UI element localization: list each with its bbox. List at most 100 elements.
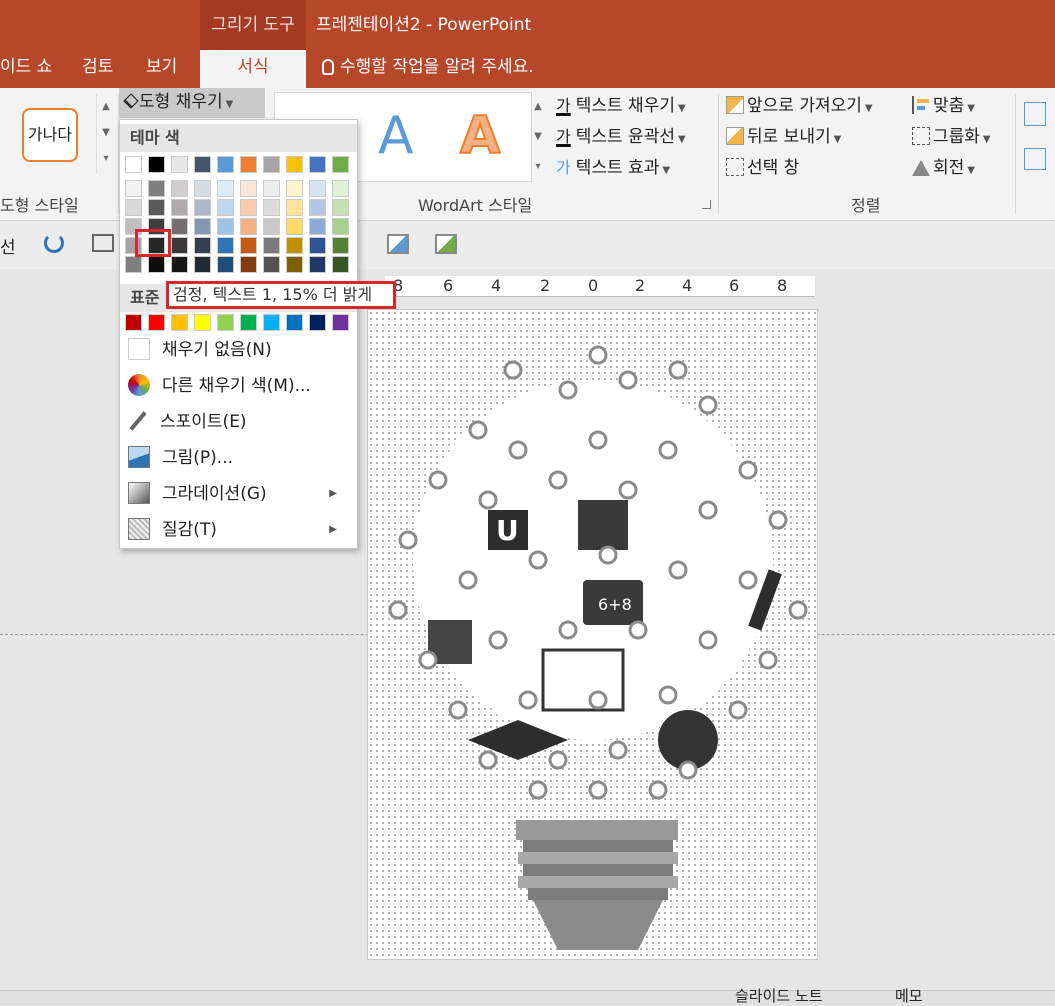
picture-fill-item[interactable]: 그림(P)... [128, 442, 233, 474]
theme-color-swatch[interactable] [309, 156, 326, 173]
theme-color-shade-swatch[interactable] [286, 256, 303, 273]
theme-color-shade-swatch[interactable] [332, 237, 349, 254]
theme-color-shade-swatch[interactable] [332, 180, 349, 197]
theme-color-shade-swatch[interactable] [171, 218, 188, 235]
theme-color-shade-swatch[interactable] [332, 199, 349, 216]
theme-color-swatch[interactable] [171, 156, 188, 173]
theme-color-shade-swatch[interactable] [263, 218, 280, 235]
rotate-button[interactable]: 회전 ▼ [912, 153, 975, 178]
slideshow-icon[interactable] [92, 234, 114, 252]
wordart-sample-blue[interactable]: A [378, 104, 414, 168]
theme-color-shade-swatch[interactable] [171, 180, 188, 197]
theme-color-shade-swatch[interactable] [240, 180, 257, 197]
tab-slideshow[interactable]: 이드 쇼 [0, 50, 52, 88]
theme-color-shade-swatch[interactable] [286, 218, 303, 235]
theme-color-shade-swatch[interactable] [240, 237, 257, 254]
theme-color-shade-swatch[interactable] [286, 237, 303, 254]
theme-color-shade-swatch[interactable] [286, 199, 303, 216]
theme-color-shade-swatch[interactable] [309, 237, 326, 254]
bring-forward-button[interactable]: 앞으로 가져오기 ▼ [726, 91, 873, 116]
online-picture-icon[interactable] [435, 234, 457, 254]
standard-color-swatch[interactable] [309, 314, 326, 331]
tab-format[interactable]: 서식 [200, 50, 306, 88]
texture-item[interactable]: 질감(T) ▶ [128, 514, 349, 546]
theme-color-shade-swatch[interactable] [171, 237, 188, 254]
theme-color-shade-swatch[interactable] [125, 180, 142, 197]
bulb-base[interactable] [516, 820, 678, 950]
theme-color-shade-swatch[interactable] [309, 218, 326, 235]
theme-color-shade-swatch[interactable] [148, 199, 165, 216]
notes-button[interactable]: 슬라이드 노트 [735, 985, 823, 1006]
shape-fill-button[interactable]: 도형 채우기 ▼ [119, 88, 265, 118]
theme-color-shade-swatch[interactable] [194, 256, 211, 273]
gradient-item[interactable]: 그라데이션(G) ▶ [128, 478, 349, 510]
text-effects-button[interactable]: 가 텍스트 효과 ▼ [556, 153, 670, 178]
theme-color-shade-swatch[interactable] [217, 199, 234, 216]
tell-me-search[interactable]: 수행할 작업을 알려 주세요. [322, 50, 534, 88]
theme-color-shade-swatch[interactable] [240, 218, 257, 235]
theme-color-shade-swatch[interactable] [263, 180, 280, 197]
wordart-sample-orange[interactable]: A [459, 104, 501, 168]
theme-color-swatch[interactable] [194, 156, 211, 173]
shape-style-scroll[interactable]: ▲ ▼ ▾ [96, 94, 115, 174]
theme-color-shade-swatch[interactable] [240, 199, 257, 216]
theme-color-shade-swatch[interactable] [148, 180, 165, 197]
tab-view[interactable]: 보기 [146, 50, 177, 88]
theme-color-shade-swatch[interactable] [240, 256, 257, 273]
theme-color-shade-swatch[interactable] [309, 180, 326, 197]
theme-color-shade-swatch[interactable] [332, 218, 349, 235]
theme-color-shade-swatch[interactable] [217, 218, 234, 235]
height-icon[interactable] [1024, 102, 1046, 126]
theme-color-shade-swatch[interactable] [194, 237, 211, 254]
theme-color-swatch[interactable] [240, 156, 257, 173]
standard-color-swatch[interactable] [217, 314, 234, 331]
theme-color-shade-swatch[interactable] [171, 199, 188, 216]
wordart-scroll[interactable]: ▲ ▼ ▾ [530, 92, 546, 180]
standard-color-swatch[interactable] [194, 314, 211, 331]
shape-style-sample[interactable]: 가나다 [22, 108, 78, 162]
standard-color-swatch[interactable] [286, 314, 303, 331]
theme-color-shade-swatch[interactable] [194, 180, 211, 197]
theme-color-shade-swatch[interactable] [125, 256, 142, 273]
theme-color-swatch[interactable] [263, 156, 280, 173]
theme-color-shade-swatch[interactable] [263, 237, 280, 254]
theme-color-shade-swatch[interactable] [286, 180, 303, 197]
standard-color-swatch[interactable] [332, 314, 349, 331]
wordart-dialog-launcher[interactable] [702, 200, 711, 209]
eyedropper-item[interactable]: 스포이트(E) [128, 406, 247, 438]
selection-pane-button[interactable]: 선택 창 [726, 153, 799, 178]
theme-color-shade-swatch[interactable] [217, 237, 234, 254]
more-fill-colors-item[interactable]: 다른 채우기 색(M)... [128, 370, 311, 402]
comments-button[interactable]: 메모 [895, 985, 923, 1006]
standard-color-swatch[interactable] [171, 314, 188, 331]
group-button[interactable]: 그룹화 ▼ [912, 122, 991, 147]
standard-color-swatch[interactable] [263, 314, 280, 331]
text-outline-button[interactable]: 가 텍스트 윤곽선 ▼ [556, 122, 686, 147]
theme-color-shade-swatch[interactable] [125, 199, 142, 216]
theme-color-shade-swatch[interactable] [194, 218, 211, 235]
slide-canvas[interactable]: 6+8 U [367, 309, 818, 960]
theme-color-shade-swatch[interactable] [194, 199, 211, 216]
standard-color-swatch[interactable] [240, 314, 257, 331]
theme-color-shade-swatch[interactable] [217, 180, 234, 197]
undo-icon[interactable] [44, 233, 64, 253]
theme-color-shade-swatch[interactable] [309, 199, 326, 216]
theme-color-shade-swatch[interactable] [332, 256, 349, 273]
tab-review[interactable]: 검토 [82, 50, 113, 88]
width-icon[interactable] [1024, 148, 1046, 170]
theme-color-shade-swatch[interactable] [217, 256, 234, 273]
send-backward-button[interactable]: 뒤로 보내기 ▼ [726, 122, 841, 147]
no-fill-item[interactable]: 채우기 없음(N) [128, 334, 272, 366]
standard-color-swatch[interactable] [125, 314, 142, 331]
theme-color-shade-swatch[interactable] [171, 256, 188, 273]
theme-color-shade-swatch[interactable] [309, 256, 326, 273]
picture-icon[interactable] [387, 234, 409, 254]
lightbulb-illustration[interactable]: 6+8 U [368, 310, 817, 959]
standard-color-swatch[interactable] [148, 314, 165, 331]
text-fill-button[interactable]: 가 텍스트 채우기 ▼ [556, 91, 686, 116]
theme-color-swatch[interactable] [332, 156, 349, 173]
theme-color-swatch[interactable] [286, 156, 303, 173]
align-button[interactable]: 맞춤 ▼ [912, 91, 975, 116]
theme-color-swatch[interactable] [217, 156, 234, 173]
theme-color-swatch[interactable] [148, 156, 165, 173]
